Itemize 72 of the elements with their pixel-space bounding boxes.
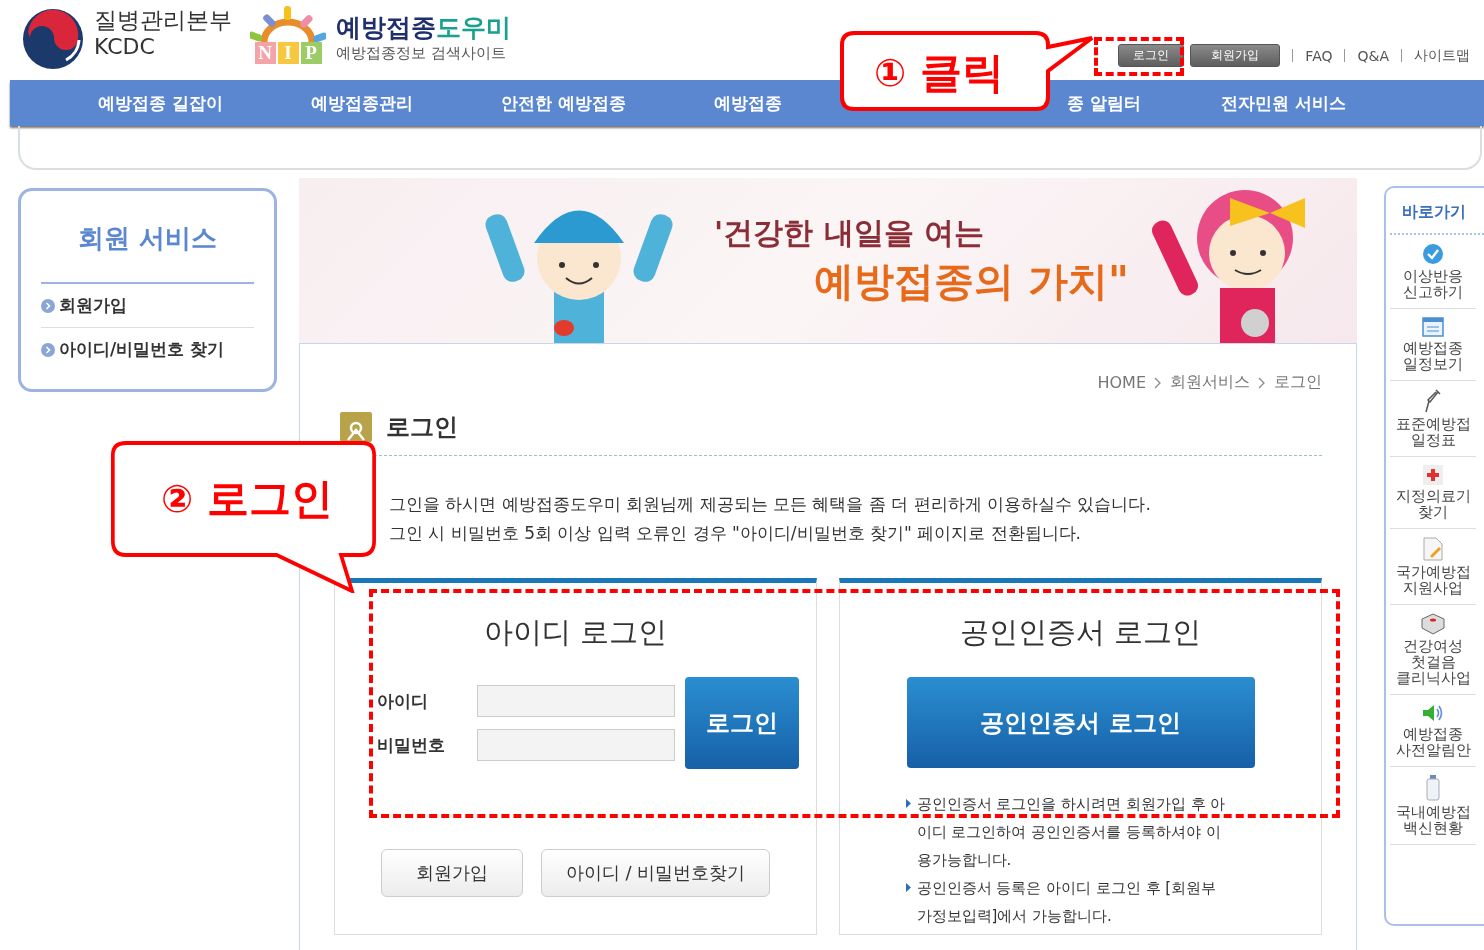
note-text: 공인인증서 로그인을 하시려면 회원가입 후 아이디 로그인하여 공인인증서를 등록하셔야 이용가능합니다. [916, 794, 1227, 871]
banner-headline: 예방접종의 가치" [814, 256, 1129, 306]
emblem-logo [22, 8, 84, 70]
speaker-icon [1422, 703, 1444, 723]
site-title: 예방접종 [336, 13, 436, 42]
input-field[interactable] [476, 729, 675, 761]
nav-item[interactable]: 예방접종관리 [310, 91, 413, 115]
callout-text: 로그인 [207, 473, 334, 525]
top-link[interactable]: Q&A [1357, 47, 1389, 64]
quick-menu-item[interactable]: 예방접종 사전알림안 [1390, 695, 1476, 767]
chevron-icon [1258, 376, 1266, 389]
nav-item[interactable]: 예방접종 [713, 91, 782, 115]
secondary-button[interactable]: 회원가입 [380, 849, 523, 897]
side-menu-item[interactable]: 회원가입 [59, 294, 127, 317]
quick-menu-item[interactable]: 예방접종 일정보기 [1390, 309, 1476, 381]
check-circle-icon [1422, 243, 1444, 265]
quick-menu-title: 바로가기 [1390, 188, 1484, 235]
user-icon [340, 412, 372, 442]
quick-menu-item[interactable]: 건강여성 첫걸음 클리닉사업 [1390, 605, 1476, 695]
quick-menu-item[interactable]: 국가예방접 지원사업 [1390, 529, 1476, 605]
sun-logo-icon [250, 6, 326, 42]
hospital-cross-icon [1423, 465, 1443, 485]
top-button[interactable]: 회원가입 [1190, 44, 1281, 67]
document-pencil-icon [1423, 537, 1443, 561]
breadcrumb-link[interactable]: 로그인 [1274, 372, 1322, 393]
top-button[interactable]: 로그인 [1118, 44, 1185, 67]
bullet-icon [41, 342, 55, 357]
site-tagline: 예방접종정보 검색사이트 [336, 44, 507, 63]
chevron-icon [1154, 376, 1162, 389]
intro-text: 그인을 하시면 예방접종도우미 회원님께 제공되는 모든 혜택을 좀 더 편리하게 이용하실수 있습니다. [389, 493, 1152, 516]
first-aid-box-icon [1421, 613, 1445, 635]
step-number: ② [161, 477, 194, 521]
nav-item[interactable]: 안전한 예방접종 [500, 91, 626, 115]
agency-name: 질병관리본부 [94, 6, 232, 34]
field-label: 아이디 [376, 689, 429, 713]
vial-icon [1426, 775, 1440, 801]
breadcrumb-link[interactable]: 회원서비스 [1170, 372, 1250, 393]
cert-login-button[interactable]: 공인인증서 로그인 [906, 677, 1255, 768]
nav-item[interactable]: 예방접종 길잡이 [98, 91, 223, 115]
bullet-icon [41, 298, 55, 313]
top-link[interactable]: 사이트맵 [1414, 46, 1470, 65]
step-number: ① [874, 51, 907, 95]
agency-abbr: KCDC [94, 34, 156, 60]
side-menu-title: 회원 서비스 [41, 191, 254, 284]
field-label: 비밀번호 [376, 733, 446, 757]
nav-item[interactable]: 전자민원 서비스 [1220, 91, 1346, 115]
triangle-bullet-icon [905, 799, 911, 808]
calendar-icon [1422, 317, 1444, 337]
side-menu-item[interactable]: 아이디/비밀번호 찾기 [59, 338, 225, 361]
login-button[interactable]: 로그인 [684, 677, 799, 769]
site-title-accent: 도우미 [436, 13, 511, 42]
banner-slogan: '건강한 내일을 여는 [714, 213, 986, 252]
logo-letter: I [277, 42, 299, 64]
quick-menu-item[interactable]: 표준예방접 일정표 [1390, 381, 1476, 457]
intro-text: 그인 시 비밀번호 5회 이상 입력 오류인 경우 "아이디/비밀번호 찾기" 페이지로 전환됩니다. [389, 522, 1083, 545]
breadcrumb-link[interactable]: HOME [1097, 373, 1146, 392]
page-title: 로그인 [386, 412, 458, 443]
top-link[interactable]: FAQ [1305, 47, 1333, 64]
quick-menu-item[interactable]: 이상반응 신고하기 [1390, 235, 1476, 309]
syringe-icon [1425, 389, 1441, 413]
note-text: 공인인증서 등록은 아이디 로그인 후 [회원부가정보입력]에서 가능합니다. [916, 878, 1218, 927]
callout-text: 클릭 [920, 47, 1005, 99]
panel-title: 아이디 로그인 [483, 614, 668, 651]
input-field[interactable] [476, 685, 675, 717]
panel-title: 공인인증서 로그인 [959, 614, 1202, 651]
nav-item[interactable]: 종 알림터 [1066, 91, 1141, 115]
logo-letter: P [300, 42, 322, 64]
triangle-bullet-icon [905, 883, 911, 892]
secondary-button[interactable]: 아이디 / 비밀번호찾기 [540, 849, 771, 897]
quick-menu-item[interactable]: 국내예방접 백신현황 [1390, 767, 1476, 845]
logo-letter: N [254, 42, 276, 64]
quick-menu-item[interactable]: 지정의료기 찾기 [1390, 457, 1476, 529]
